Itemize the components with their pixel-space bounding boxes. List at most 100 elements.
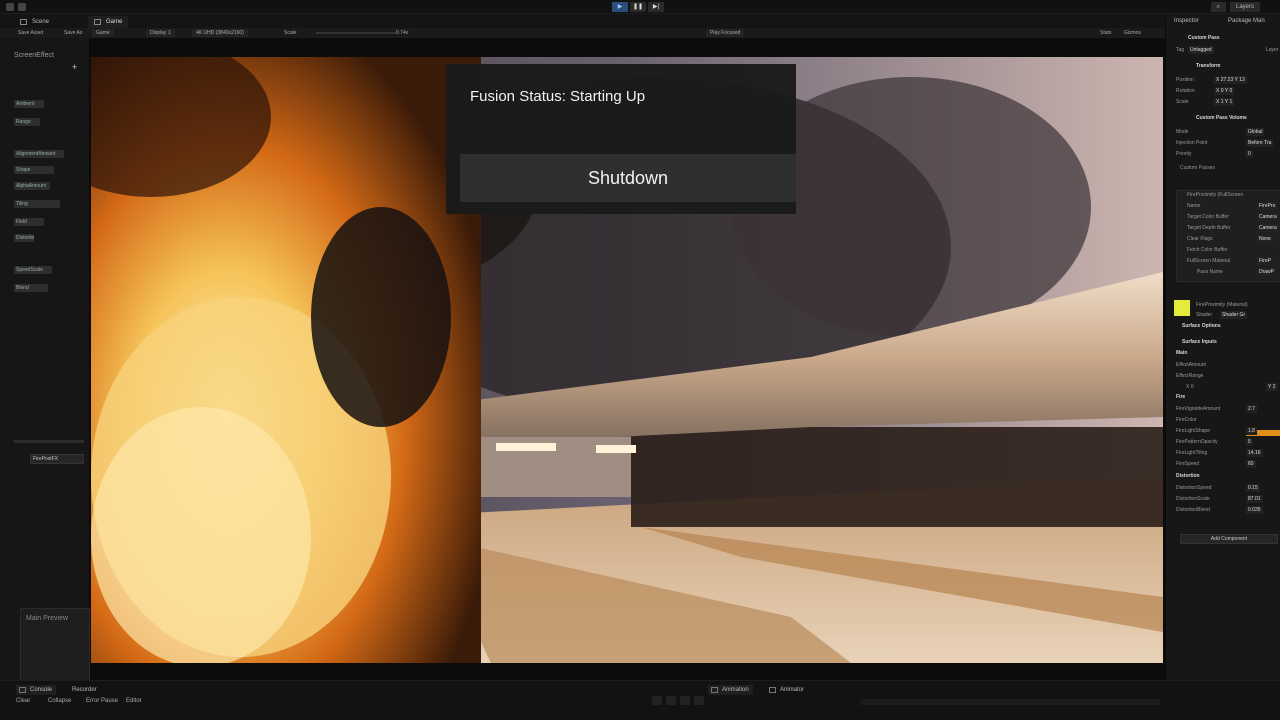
fire-row-label: FireColor <box>1176 417 1197 423</box>
game-view[interactable]: Fusion Status: Starting Up Shutdown <box>91 57 1163 663</box>
animator-icon <box>769 687 776 693</box>
pass-row-value[interactable]: FireP <box>1257 257 1273 265</box>
range-y-field[interactable]: Y 2 <box>1266 383 1278 391</box>
tab-package-manager[interactable]: Package Man <box>1228 16 1265 26</box>
layers-dropdown[interactable]: Layers <box>1229 2 1260 12</box>
position-field[interactable]: X 27.23 Y 13 <box>1214 76 1247 84</box>
distortion-row-value[interactable]: 0.035 <box>1246 506 1263 514</box>
surface-inputs-header[interactable]: Surface Inputs <box>1182 338 1217 347</box>
mode-dropdown[interactable]: Global <box>1246 128 1265 136</box>
save-asset-button[interactable]: Save Asset <box>18 29 43 37</box>
tag-label: Tag <box>1176 47 1185 53</box>
play-controls: ▶ ❚❚ ▶| <box>612 2 664 12</box>
pass-row-value[interactable]: Camera <box>1257 213 1279 221</box>
list-item[interactable]: Shape <box>14 166 54 174</box>
transform-header[interactable]: Transform <box>1196 62 1220 71</box>
pass-row-label: Clear Flags <box>1187 236 1213 242</box>
surface-options-header[interactable]: Surface Options <box>1182 322 1221 331</box>
material-preview-icon <box>1174 300 1190 316</box>
scale-slider[interactable] <box>316 32 396 34</box>
object-name[interactable]: Custom Pass <box>1188 34 1220 43</box>
list-item[interactable]: Blend <box>14 284 48 292</box>
record-icon[interactable] <box>652 696 662 705</box>
tab-game-label: Game <box>106 19 123 25</box>
pass-row-label: Target Depth Buffer <box>1187 225 1231 231</box>
shutdown-button[interactable]: Shutdown <box>460 154 796 202</box>
search-icon[interactable]: ⌕ <box>1210 2 1226 12</box>
rotation-label: Rotation <box>1176 88 1195 94</box>
list-item[interactable]: Ambient <box>14 100 44 108</box>
tab-inspector[interactable]: Inspector <box>1174 16 1199 26</box>
rotation-field[interactable]: X 0 Y 0 <box>1214 87 1235 95</box>
list-item[interactable]: AlphaAmount <box>14 182 50 190</box>
distortion-row-value[interactable]: 0.15 <box>1246 484 1260 492</box>
stats-button[interactable]: Stats <box>1100 29 1111 37</box>
game-mode-dropdown[interactable]: Game <box>92 29 114 37</box>
main-section-label: Main <box>1176 350 1188 356</box>
next-key-icon[interactable] <box>694 696 704 705</box>
priority-field[interactable]: 0 <box>1246 150 1253 158</box>
tab-animator[interactable]: Animator <box>766 685 808 695</box>
priority-label: Priority <box>1176 151 1192 157</box>
fire-row-value[interactable]: 2.7 <box>1246 405 1257 413</box>
gizmos-button[interactable]: Gizmos <box>1124 29 1141 37</box>
save-as-button[interactable]: Save As <box>64 29 82 37</box>
list-item[interactable]: Field <box>14 218 44 226</box>
add-component-button[interactable]: Add Component <box>1180 534 1278 544</box>
play-focused-dropdown[interactable]: Play Focused <box>706 29 745 37</box>
animation-timeline[interactable] <box>860 699 1160 705</box>
tab-game[interactable]: Game <box>88 16 129 28</box>
fire-row-label: FireVignetteAmount <box>1176 406 1221 412</box>
prev-key-icon[interactable] <box>666 696 676 705</box>
play-anim-icon[interactable] <box>680 696 690 705</box>
pass-title[interactable]: FireProximity (FullScreen <box>1187 191 1243 199</box>
list-item[interactable]: AlignmentAmount <box>14 150 64 158</box>
display-dropdown[interactable]: Display 1 <box>146 29 175 37</box>
tab-recorder[interactable]: Recorder <box>58 685 101 695</box>
tag-dropdown[interactable]: Untagged <box>1188 46 1214 54</box>
play-icon[interactable]: ▶ <box>612 2 628 12</box>
shader-label: Shader <box>1196 312 1213 318</box>
collapse-button[interactable]: Collapse <box>48 696 71 706</box>
add-icon[interactable]: + <box>72 62 77 72</box>
animation-icon <box>711 687 718 693</box>
step-icon[interactable]: ▶| <box>648 2 664 12</box>
effect-range-label: EffectRange <box>1176 373 1204 379</box>
search-input[interactable]: FirePostFX <box>30 454 84 464</box>
resolution-dropdown[interactable]: 4K UHD (3840x2160) <box>192 29 248 37</box>
pass-row-value[interactable]: Camera <box>1257 224 1279 232</box>
scale-field[interactable]: X 1 Y 1 <box>1214 98 1235 106</box>
view-tab-bar: Scene Game <box>0 14 1165 28</box>
editor-dropdown[interactable]: Editor <box>126 696 142 706</box>
pass-row-value[interactable]: DrawP <box>1257 268 1277 276</box>
pause-icon[interactable]: ❚❚ <box>630 2 646 12</box>
fire-row-value[interactable]: 60 <box>1246 460 1256 468</box>
list-item[interactable]: SpeedScale <box>14 266 52 274</box>
tab-animation[interactable]: Animation <box>708 685 753 695</box>
material-name[interactable]: FireProximity (Material) <box>1196 301 1248 309</box>
error-pause-button[interactable]: Error Pause <box>86 696 118 706</box>
fire-row-value[interactable]: 1.8 <box>1246 427 1257 435</box>
volume-header[interactable]: Custom Pass Volume <box>1196 114 1247 123</box>
tab-console[interactable]: Console <box>16 685 57 695</box>
fusion-status-text: Fusion Status: Starting Up <box>470 88 646 105</box>
list-item[interactable]: Range <box>14 118 40 126</box>
list-item[interactable]: Distortion <box>14 234 34 242</box>
cloud-icon[interactable] <box>18 3 26 11</box>
fire-row-label: FireLightTiling <box>1176 450 1208 456</box>
tab-scene[interactable]: Scene <box>14 16 55 28</box>
injection-dropdown[interactable]: Before Tra <box>1246 139 1274 147</box>
shader-dropdown[interactable]: Shader Gr <box>1220 311 1248 319</box>
list-item[interactable]: Tiling <box>14 200 60 208</box>
distortion-row-value[interactable]: 87.01 <box>1246 495 1263 503</box>
fire-row-value[interactable]: 5 <box>1246 438 1253 446</box>
clear-button[interactable]: Clear <box>16 696 30 706</box>
account-icon[interactable] <box>6 3 14 11</box>
range-x-field[interactable]: X 0 <box>1186 383 1194 391</box>
panel-divider[interactable] <box>14 440 84 443</box>
scene-icon <box>20 19 27 25</box>
pass-row-value[interactable]: FirePro <box>1257 202 1278 210</box>
fire-row-value[interactable]: 14.16 <box>1246 449 1263 457</box>
pass-row-value[interactable]: None <box>1257 235 1273 243</box>
tab-recorder-label: Recorder <box>72 687 97 693</box>
